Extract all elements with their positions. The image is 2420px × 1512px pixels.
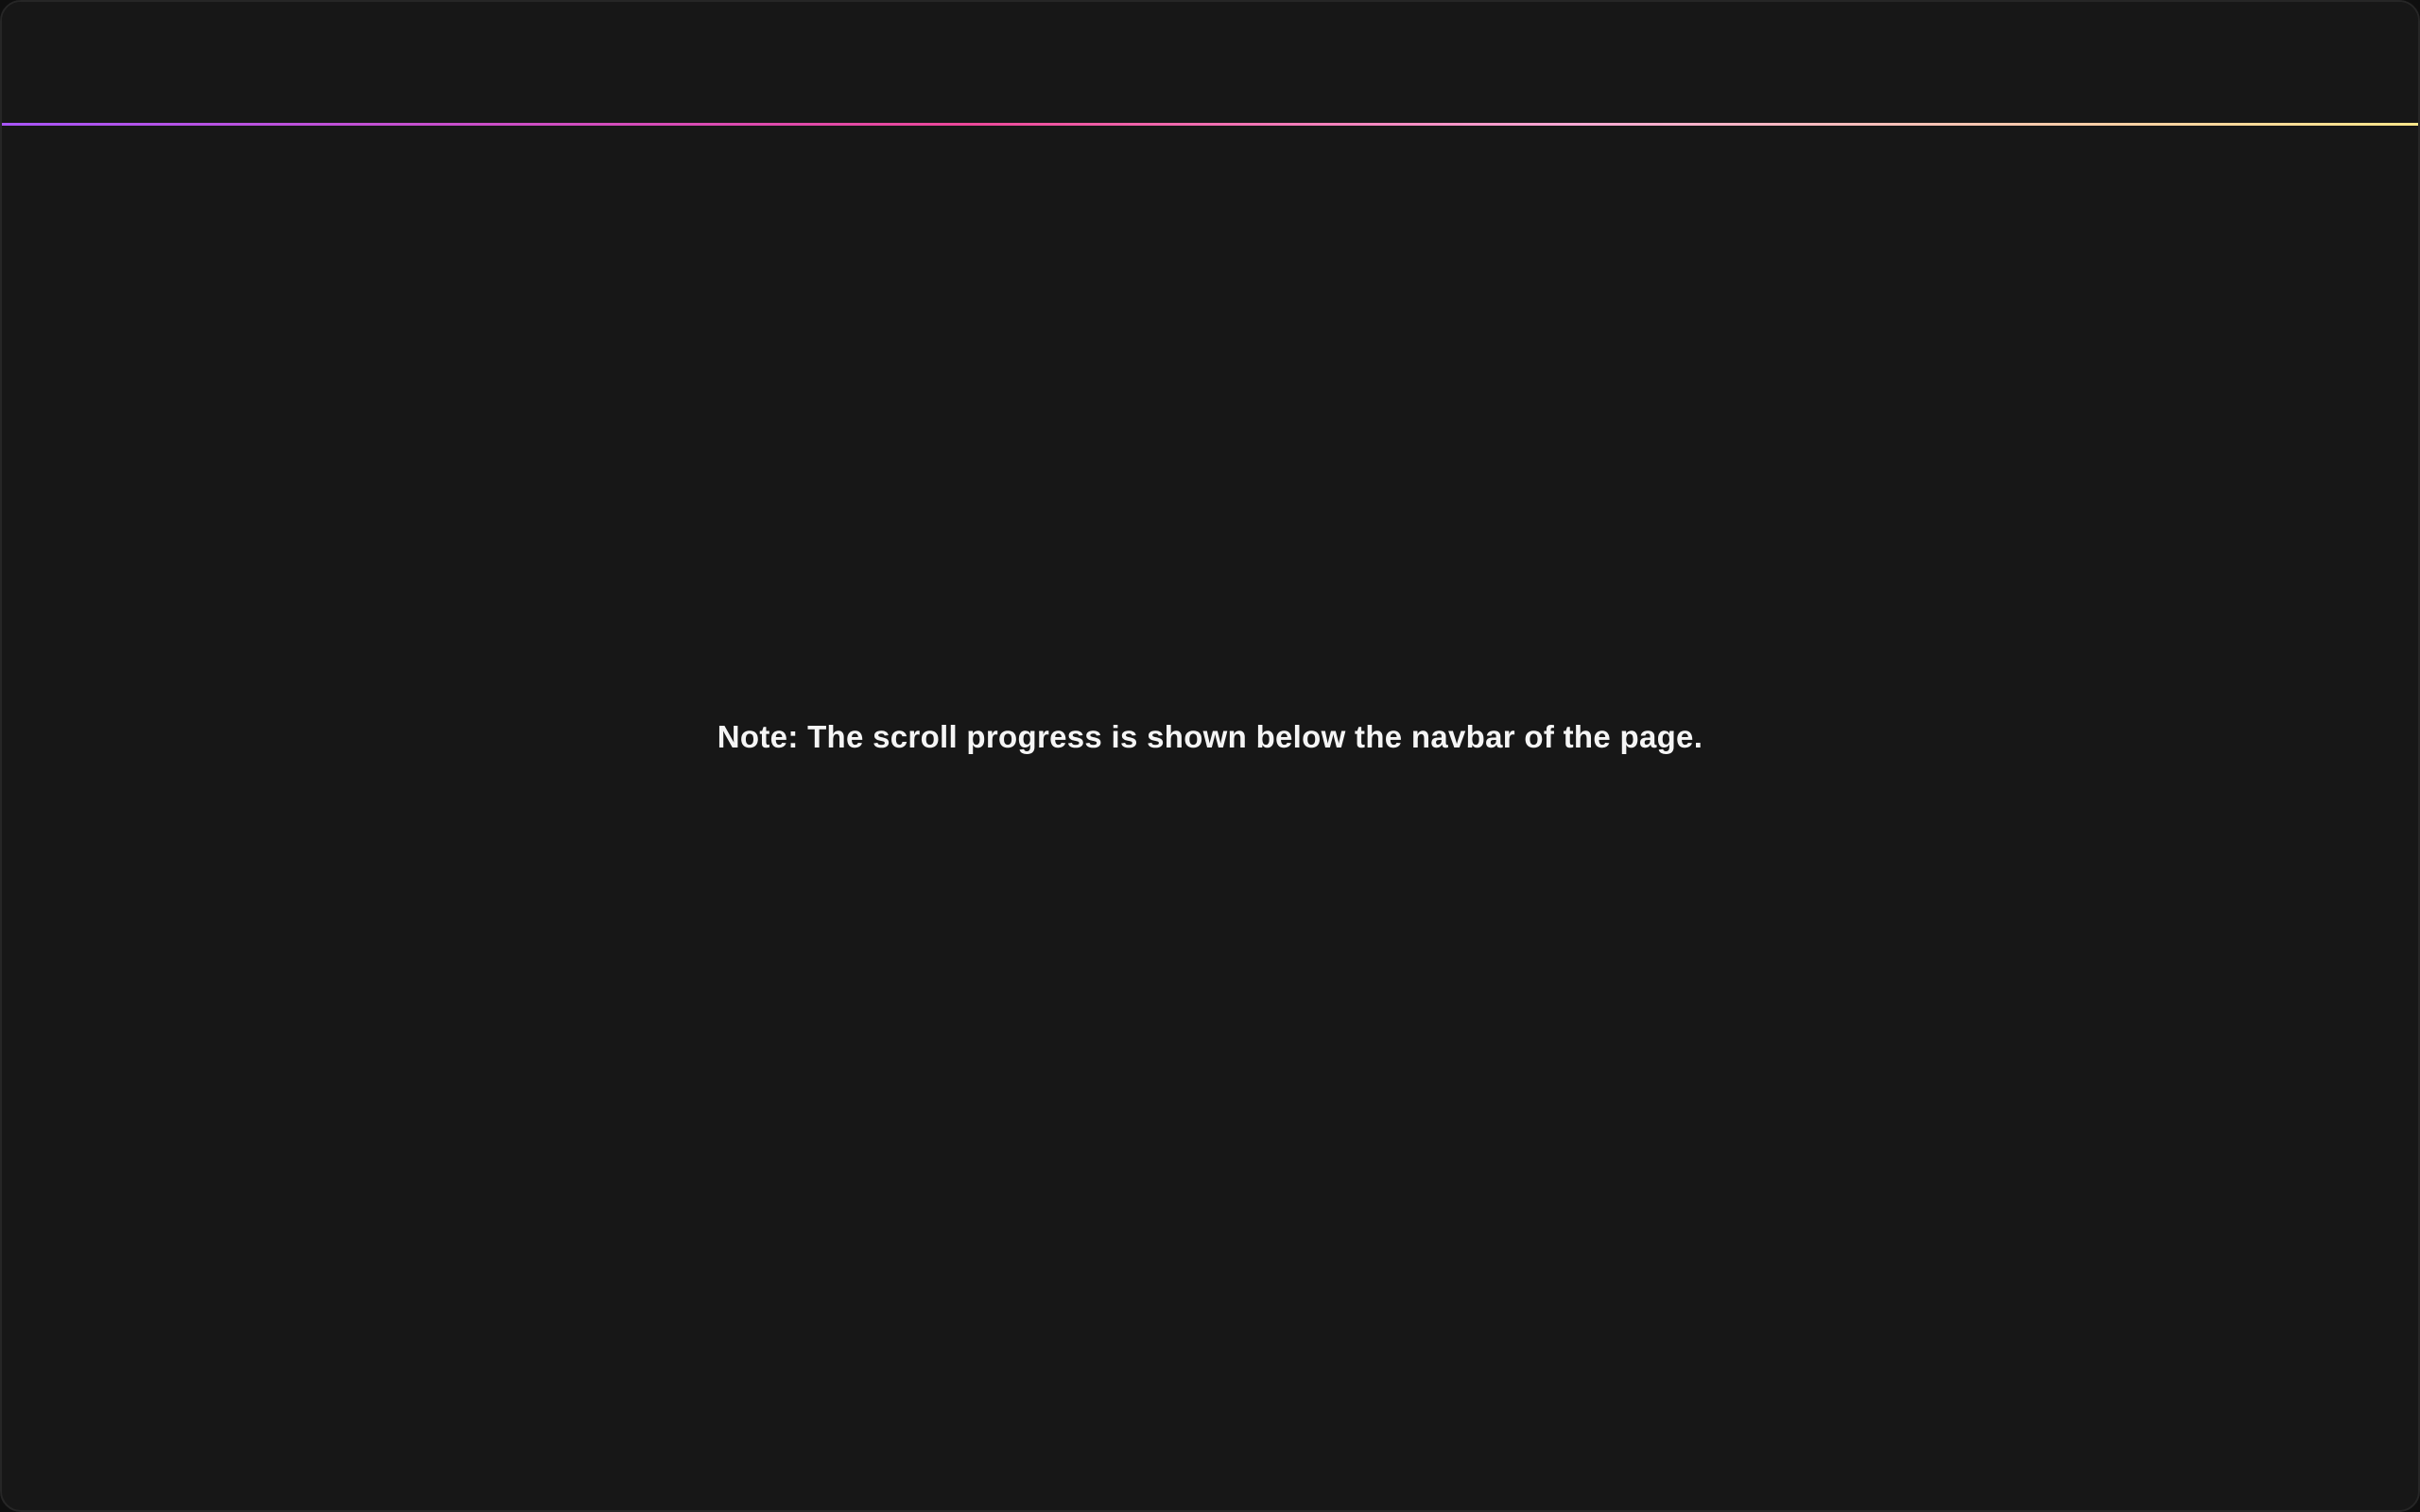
scroll-progress-note: Note: The scroll progress is shown below…	[717, 719, 1703, 754]
navbar	[2, 2, 2418, 123]
app-window: Note: The scroll progress is shown below…	[0, 0, 2420, 1512]
page-content: Note: The scroll progress is shown below…	[2, 126, 2418, 1354]
